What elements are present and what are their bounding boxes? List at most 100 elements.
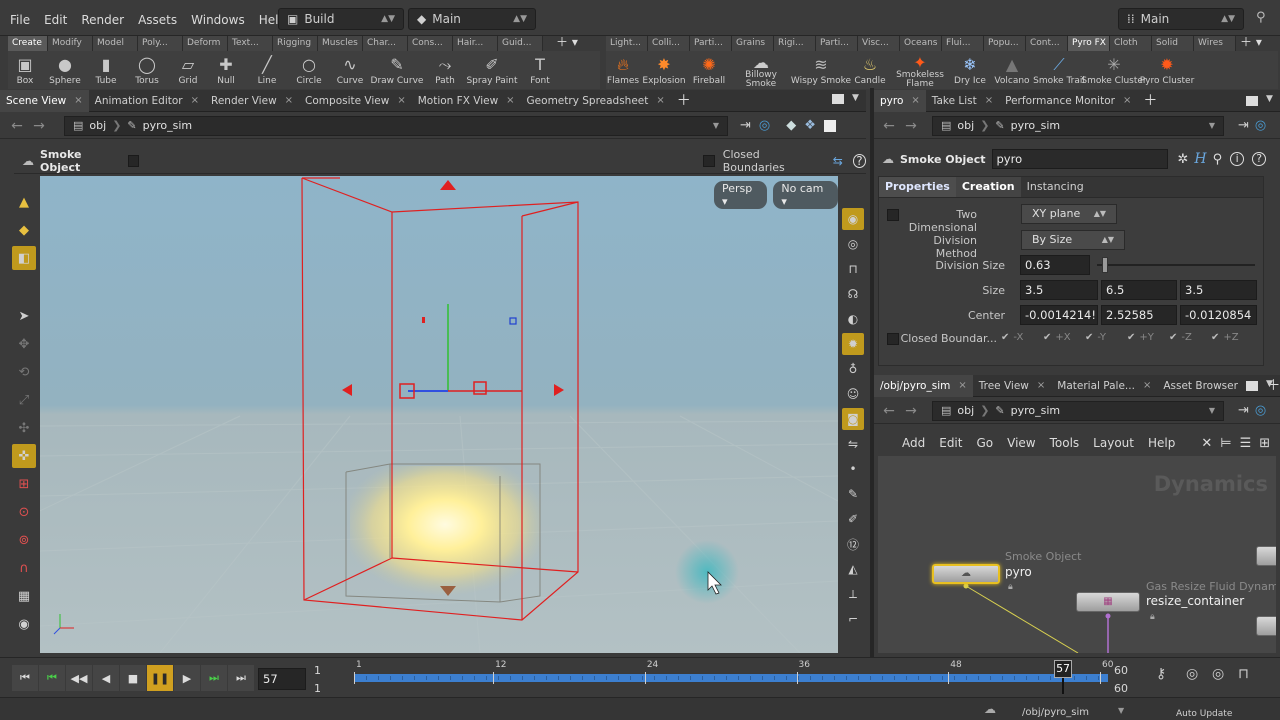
menu-file[interactable]: File [10, 0, 30, 36]
status-chevron-icon[interactable]: ▼ [1118, 706, 1124, 715]
display-icon[interactable]: ◎ [842, 233, 864, 255]
close-icon[interactable]: × [191, 90, 199, 112]
back-arrow-icon[interactable]: ← [6, 118, 28, 134]
cube-icon[interactable]: ◆ [786, 118, 796, 133]
key-icon[interactable]: ⚷ [1156, 666, 1166, 682]
circle-tool[interactable]: ○ Circle [288, 51, 330, 89]
division-size-slider[interactable] [1097, 264, 1255, 266]
close-icon[interactable]: × [985, 90, 993, 112]
tools-icon[interactable]: ✕ [1201, 436, 1212, 451]
left-path-field[interactable]: ▤ obj ❯ ✎ pyro_sim ▼ [64, 115, 728, 136]
shelf-tab-10[interactable]: Hair... [453, 36, 498, 51]
realtime-icon[interactable]: ◎ [1212, 666, 1224, 682]
rt-tab-0[interactable]: pyro × [874, 89, 926, 112]
gear-icon[interactable]: ✲ [1178, 152, 1189, 167]
maximize-rt-icon[interactable] [1246, 96, 1258, 106]
move-tool-icon[interactable]: ✥ [12, 332, 36, 356]
closed-axis-toggle-5[interactable]: ✔ +Z [1211, 332, 1253, 343]
resize-container-node[interactable]: ▦ [1076, 592, 1140, 612]
scale-tool-icon[interactable]: ⤢ [12, 388, 36, 412]
step-key-back-button[interactable]: ⏮ [39, 665, 65, 691]
closed-axis-toggle-0[interactable]: ✔ -X [1001, 332, 1043, 343]
help-icon[interactable]: ? [852, 153, 866, 168]
lock-range-icon[interactable]: ⊓ [1238, 666, 1249, 682]
end-frame-2-label[interactable]: 60 [1114, 682, 1128, 695]
bulb-icon[interactable]: ♁ [842, 358, 864, 380]
close-icon[interactable]: × [911, 90, 919, 112]
smoke-cluster-tool[interactable]: ✳ Smoke Cluster [1081, 51, 1146, 89]
rt-tab-2[interactable]: Performance Monitor × [999, 90, 1137, 112]
more-icon[interactable]: ⊞ [1259, 436, 1270, 451]
measure-icon[interactable]: ⟂ [842, 583, 864, 605]
close-icon[interactable]: × [958, 375, 966, 397]
rb-tab-2[interactable]: Material Pale... × [1051, 375, 1157, 397]
snap-grid-icon[interactable]: ⊞ [12, 472, 36, 496]
draw-curve-tool[interactable]: ✎ Draw Curve [370, 51, 424, 89]
size-x-field[interactable]: 3.5 [1020, 280, 1098, 300]
network-menu-layout[interactable]: Layout [1093, 436, 1134, 450]
shelf-tab-right-2[interactable]: Parti... [690, 36, 732, 51]
center-x-field[interactable]: -0.0014214! [1020, 305, 1098, 325]
snapshot-icon[interactable] [823, 119, 836, 132]
shelf-tab-right-5[interactable]: Parti... [816, 36, 858, 51]
shelf-tab-2[interactable]: Model [93, 36, 138, 51]
light-icon[interactable]: ✹ [842, 333, 864, 355]
shelf-tab-right-10[interactable]: Cont... [1026, 36, 1068, 51]
persp-menu[interactable]: Persp ▾ [714, 181, 768, 209]
close-icon[interactable]: × [1123, 90, 1131, 112]
play-reverse-button[interactable]: ◀ [93, 665, 119, 691]
brush-icon[interactable]: ✐ [842, 508, 864, 530]
handle-options-icon[interactable]: ⇆ [833, 154, 843, 168]
rb-menu-chevron-icon[interactable]: ▼ [1266, 379, 1273, 389]
link-icon[interactable]: ◎ [759, 118, 770, 133]
shelf-tab-7[interactable]: Muscles [318, 36, 363, 51]
rb-tab-3[interactable]: Asset Browser× [1157, 375, 1260, 397]
shelf-tab-1[interactable]: Modify [48, 36, 93, 51]
volcano-tool[interactable]: ▲ Volcano [990, 51, 1034, 89]
smokeless-flame-tool[interactable]: ✦ Smokeless Flame [890, 51, 950, 89]
close-icon[interactable]: × [1037, 375, 1045, 397]
menu-windows[interactable]: Windows [191, 0, 245, 36]
node-name-field[interactable]: pyro [991, 149, 1168, 169]
shelf-tab-5[interactable]: Text... [228, 36, 273, 51]
network-menu-help[interactable]: Help [1148, 436, 1175, 450]
build-desktop-select[interactable]: ▣ Build ▲▼ [278, 8, 404, 30]
rt-path-field[interactable]: ▤ obj ❯ ✎ pyro_sim ▼ [932, 115, 1224, 136]
shelf-tab-6[interactable]: Rigging [273, 36, 318, 51]
pose-tool-icon[interactable]: ✣ [12, 416, 36, 440]
closed-boundaries-checkbox[interactable] [703, 154, 715, 167]
menu-edit[interactable]: Edit [44, 0, 67, 36]
shelf-tab-right-6[interactable]: Visc... [858, 36, 900, 51]
pane-menu-chevron-icon[interactable]: ▼ [852, 93, 859, 103]
pyro-cluster-tool[interactable]: ✹ Pyro Cluster [1140, 51, 1195, 89]
shelf-tab-right-11[interactable]: Pyro FX [1068, 36, 1110, 51]
shading-mode-icon[interactable]: ◐ [842, 308, 864, 330]
operator-toggle[interactable] [128, 154, 140, 167]
billowy-smoke-tool[interactable]: ☁ Billowy Smoke [730, 51, 792, 89]
camera-menu[interactable]: No cam ▾ [773, 181, 838, 209]
shelf-tab-4[interactable]: Deform [183, 36, 228, 51]
add-rt-tab-button[interactable]: ＋ [1137, 90, 1163, 112]
forward-arrow-icon[interactable]: → [28, 118, 50, 134]
network-menu-edit[interactable]: Edit [939, 436, 962, 450]
maximize-rb-icon[interactable] [1246, 381, 1258, 391]
rt-menu-chevron-icon[interactable]: ▼ [1266, 94, 1273, 104]
left-tab-3[interactable]: Composite View × [299, 90, 412, 112]
network-menu-go[interactable]: Go [976, 436, 993, 450]
left-tab-5[interactable]: Geometry Spreadsheet × [521, 90, 671, 112]
end-frame-label[interactable]: 60 [1114, 664, 1128, 677]
maximize-pane-icon[interactable] [832, 94, 844, 104]
rt-forward-arrow-icon[interactable]: → [900, 118, 922, 134]
rb-path-field[interactable]: ▤ obj ❯ ✎ pyro_sim ▼ [932, 400, 1224, 421]
list-icon[interactable]: ☰ [1240, 436, 1252, 451]
shelf-add-right[interactable]: ＋ ▾ [1240, 36, 1278, 51]
pane-divider-vertical[interactable] [870, 88, 874, 658]
step-back-button[interactable]: ◀◀ [66, 665, 92, 691]
eye-icon[interactable]: ◭ [842, 558, 864, 580]
start-frame-2-label[interactable]: 1 [314, 682, 321, 695]
shelf-tab-8[interactable]: Char... [363, 36, 408, 51]
camera-view-icon[interactable]: ◙ [842, 408, 864, 430]
flames-tool[interactable]: 🔥︎ Flames [606, 51, 640, 89]
division-size-slider-handle[interactable] [1102, 257, 1108, 273]
shelf-tab-3[interactable]: Poly... [138, 36, 183, 51]
